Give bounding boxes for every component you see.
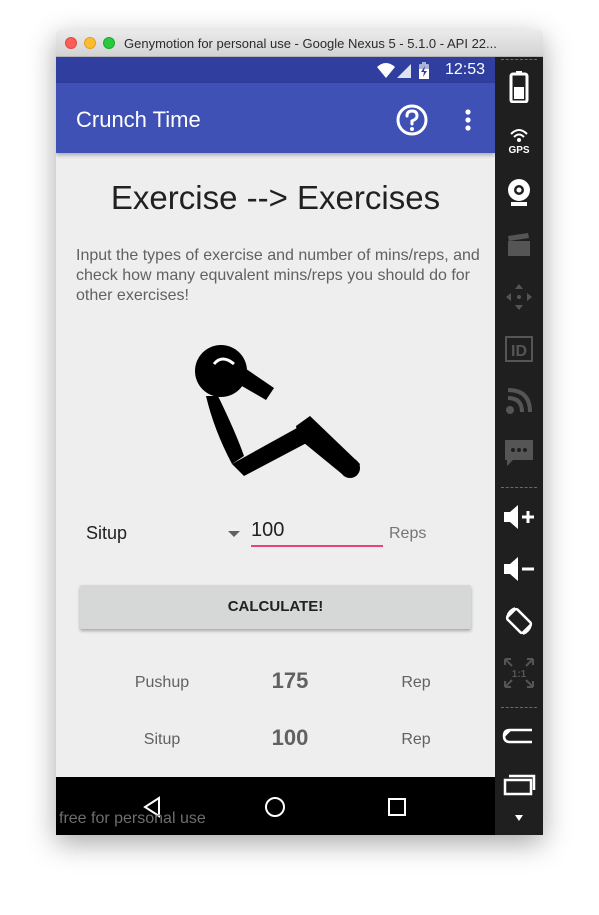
result-unit: Rep (401, 674, 431, 691)
result-row: Pushup 175 Rep (56, 668, 495, 698)
result-value: 175 (271, 668, 309, 693)
app-toolbar: Crunch Time (56, 83, 495, 153)
amount-input[interactable]: 100 (251, 519, 383, 547)
cell-signal-icon (397, 64, 411, 78)
webcam-icon[interactable] (499, 173, 539, 213)
scroll-down-icon[interactable] (499, 803, 539, 833)
genymotion-sidebar: GPS ID 1:1 (495, 57, 543, 835)
description-text: Input the types of exercise and number o… (76, 247, 480, 304)
result-unit: Rep (401, 731, 431, 748)
status-clock: 12:53 (444, 61, 485, 78)
device-id-label: ID (511, 343, 527, 360)
main-content: Exercise --> Exercises Input the types o… (56, 153, 495, 777)
exercise-spinner[interactable]: Situp (86, 523, 127, 544)
result-exercise: Situp (143, 731, 181, 748)
zoom-window-button[interactable] (103, 37, 115, 49)
watermark: free for personal use (59, 810, 206, 827)
battery-icon[interactable] (499, 67, 539, 107)
more-vert-icon[interactable] (458, 105, 478, 135)
emulator-window: Genymotion for personal use - Google Nex… (56, 30, 543, 835)
result-row: Situp 100 Rep (56, 725, 495, 755)
device-id-icon[interactable]: ID (499, 329, 539, 369)
wifi-icon (377, 63, 395, 78)
result-value: 100 (271, 725, 309, 750)
recents-square-icon[interactable] (387, 797, 407, 817)
network-icon[interactable] (499, 381, 539, 421)
sidebar-separator (501, 59, 537, 60)
dpad-icon[interactable] (499, 277, 539, 317)
scale-label: 1:1 (512, 669, 527, 680)
window-title: Genymotion for personal use - Google Nex… (124, 36, 497, 51)
dropdown-arrow-icon[interactable] (228, 531, 240, 537)
pixel-perfect-icon[interactable]: 1:1 (499, 653, 539, 693)
situp-figure-icon (195, 345, 360, 478)
device-screen: 12:53 Crunch Time Exercise --> Exercises… (56, 57, 495, 835)
minimize-window-button[interactable] (84, 37, 96, 49)
sms-icon[interactable] (499, 433, 539, 473)
screencast-icon[interactable] (499, 225, 539, 265)
sidebar-separator (501, 487, 537, 488)
help-circle-icon[interactable] (395, 103, 429, 137)
home-circle-icon[interactable] (264, 796, 286, 818)
gps-label: GPS (508, 145, 529, 154)
status-icons (377, 62, 429, 79)
rotate-icon[interactable] (499, 601, 539, 641)
recent-apps-icon[interactable] (499, 765, 539, 805)
window-titlebar: Genymotion for personal use - Google Nex… (56, 30, 543, 57)
battery-charging-icon (419, 62, 429, 79)
volume-down-icon[interactable] (499, 549, 539, 589)
back-icon[interactable] (499, 715, 539, 755)
input-unit-label: Reps (389, 525, 427, 542)
close-window-button[interactable] (65, 37, 77, 49)
status-bar: 12:53 (56, 57, 495, 83)
volume-up-icon[interactable] (499, 497, 539, 537)
sidebar-separator (501, 707, 537, 708)
calculate-button[interactable]: CALCULATE! (80, 585, 471, 629)
gps-icon[interactable]: GPS (499, 119, 539, 159)
page-title: Exercise --> Exercises (110, 179, 441, 216)
app-title: Crunch Time (76, 107, 201, 132)
result-exercise: Pushup (134, 674, 190, 691)
